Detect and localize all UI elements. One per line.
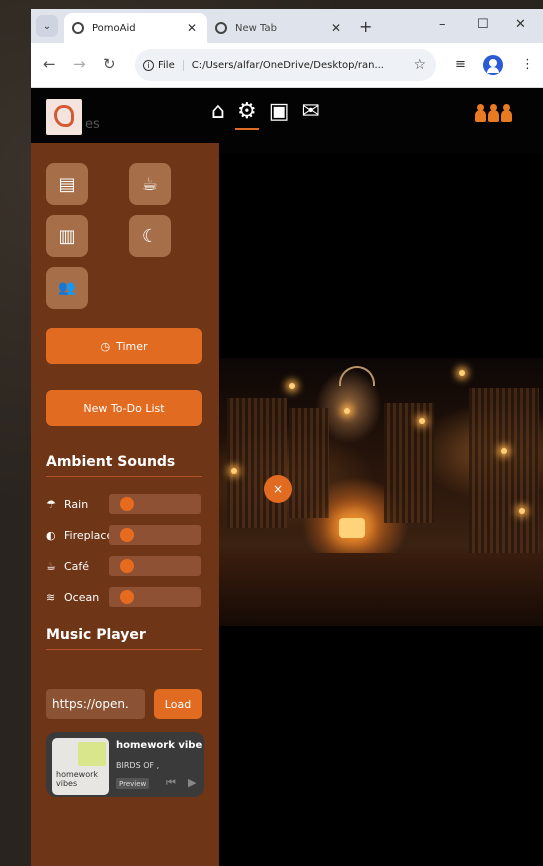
forward-arrow-icon[interactable]: →: [73, 55, 86, 73]
music-url-input[interactable]: https://open.: [46, 689, 145, 719]
preview-badge: Preview: [116, 778, 150, 789]
slider-knob[interactable]: [120, 590, 135, 604]
night-scene-button[interactable]: ☾: [129, 215, 171, 257]
embedded-player[interactable]: homework vibes homework vibe BIRDS OF , …: [46, 732, 204, 797]
tab-title: New Tab: [235, 22, 277, 34]
media-control-icon[interactable]: ≡: [455, 57, 466, 72]
info-icon: i: [143, 59, 154, 71]
close-tab-icon[interactable]: ✕: [331, 21, 341, 35]
coffee-icon: ☕: [141, 173, 159, 195]
browser-toolbar: ← → ↻ i File C:/Users/alfar/OneDrive/Des…: [31, 43, 543, 88]
more-menu-icon[interactable]: ⋮: [521, 57, 534, 72]
book-icon: ▤: [58, 173, 76, 195]
timer-label: Timer: [116, 339, 148, 353]
reload-icon[interactable]: ↻: [103, 55, 116, 73]
sound-row-rain: ☂ Rain: [46, 494, 206, 514]
app-logo: [46, 99, 82, 135]
sound-label: Fireplace: [64, 528, 114, 542]
water-icon: ≋: [46, 590, 56, 604]
sidebar: ▤ ☕ ▥ ☾ 👥 ◷ Timer New To-Do List Ambient…: [31, 143, 219, 866]
book-scene-button[interactable]: ▤: [46, 163, 88, 205]
close-button[interactable]: ×: [264, 475, 292, 503]
close-window-button[interactable]: ✕: [515, 17, 526, 32]
cafe-scene-button[interactable]: ☕: [129, 163, 171, 205]
globe-icon: [72, 22, 84, 34]
gear-icon[interactable]: ⚙: [234, 100, 259, 130]
slider-knob[interactable]: [120, 497, 135, 511]
maximize-button[interactable]: ☐: [477, 17, 489, 32]
previous-track-icon[interactable]: ⏮: [166, 776, 176, 790]
users-icon: 👥: [58, 280, 76, 296]
track-artist: BIRDS OF ,: [116, 761, 160, 770]
close-tab-icon[interactable]: ✕: [187, 21, 197, 35]
tab-title: PomoAid: [92, 22, 136, 34]
group-users-icon[interactable]: [475, 104, 512, 122]
timer-button[interactable]: ◷ Timer: [46, 328, 202, 364]
tab-search-button[interactable]: ⌄: [36, 15, 58, 37]
app-page: es ⌂ ⚙ ▣ ✉ ▤ ☕ ▥ ☾ 👥 ◷ Timer New To-Do L…: [31, 88, 543, 866]
load-button[interactable]: Load: [154, 689, 202, 719]
sound-row-ocean: ≋ Ocean: [46, 587, 206, 607]
cafe-volume-slider[interactable]: [109, 556, 201, 576]
album-cover: homework vibes: [52, 738, 109, 795]
tab-new-tab[interactable]: New Tab ✕: [207, 13, 351, 43]
book-icon[interactable]: ▣: [269, 100, 290, 124]
sound-row-fireplace: ◐ Fireplace: [46, 525, 206, 545]
moon-icon: ☾: [141, 225, 159, 247]
sound-row-cafe: ☕ Café: [46, 556, 206, 576]
sound-label: Café: [64, 559, 90, 573]
ambient-sounds-title: Ambient Sounds: [46, 454, 202, 477]
new-todo-button[interactable]: New To-Do List: [46, 390, 202, 426]
back-arrow-icon[interactable]: ←: [43, 55, 56, 73]
rain-volume-slider[interactable]: [109, 494, 201, 514]
bookmark-star-icon[interactable]: ☆: [413, 57, 426, 73]
sound-label: Rain: [64, 497, 89, 511]
fire-icon: ◐: [46, 528, 56, 542]
slider-knob[interactable]: [120, 528, 135, 542]
city-scene-button[interactable]: ▥: [46, 215, 88, 257]
profile-avatar-icon[interactable]: [483, 55, 503, 75]
play-icon[interactable]: ▶: [188, 776, 196, 789]
music-player-title: Music Player: [46, 627, 202, 650]
minimize-button[interactable]: –: [439, 17, 446, 32]
tab-strip: ⌄ PomoAid ✕ New Tab ✕ + – ☐ ✕: [31, 9, 543, 43]
fireplace-volume-slider[interactable]: [109, 525, 201, 545]
cover-text: homework vibes: [56, 770, 99, 788]
site-info-chip[interactable]: i File: [143, 59, 184, 71]
track-title: homework vibe: [116, 740, 203, 751]
tab-pomoaid[interactable]: PomoAid ✕: [64, 13, 207, 43]
coffee-icon: ☕: [46, 559, 56, 573]
ocean-volume-slider[interactable]: [109, 587, 201, 607]
group-scene-button[interactable]: 👥: [46, 267, 88, 309]
todo-label: New To-Do List: [83, 401, 165, 415]
app-nav: ⌂ ⚙ ▣ ✉: [211, 100, 320, 130]
sound-label: Ocean: [64, 590, 100, 604]
city-icon: ▥: [58, 225, 76, 247]
rain-icon: ☂: [46, 497, 56, 511]
browser-window: ⌄ PomoAid ✕ New Tab ✕ + – ☐ ✕ ← → ↻ i Fi…: [31, 9, 543, 866]
address-bar[interactable]: i File C:/Users/alfar/OneDrive/Desktop/r…: [135, 49, 436, 81]
clock-icon: ◷: [100, 339, 111, 353]
logo-text: es: [85, 117, 100, 132]
home-icon[interactable]: ⌂: [211, 100, 225, 124]
new-tab-button[interactable]: +: [359, 17, 372, 36]
slider-knob[interactable]: [120, 559, 135, 573]
mail-icon[interactable]: ✉: [302, 100, 320, 124]
globe-icon: [215, 22, 227, 34]
file-chip-label: File: [158, 59, 175, 71]
url-text: C:/Users/alfar/OneDrive/Desktop/ran...: [191, 59, 384, 71]
